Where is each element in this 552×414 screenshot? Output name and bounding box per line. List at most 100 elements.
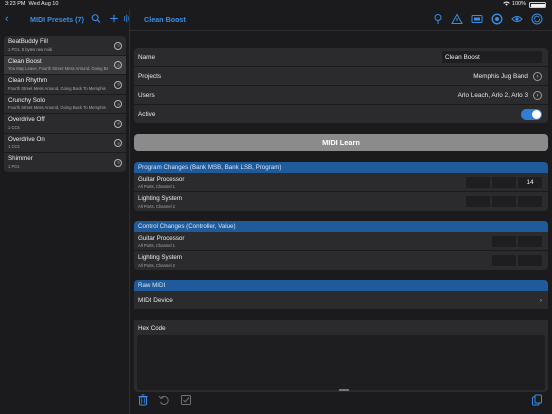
preset-desc: 1 CCs — [8, 124, 20, 130]
preset-item[interactable]: Overdrive On 1 CCs — [4, 133, 126, 153]
value-field[interactable] — [518, 235, 542, 247]
preset-name: Crunchy Solo — [8, 96, 46, 104]
status-time: 3:23 PM Wed Aug 10 — [5, 1, 59, 7]
back-chevron-icon[interactable]: ‹ — [5, 13, 13, 25]
device-ports: All Ports, Channel 2 — [138, 203, 176, 209]
preset-item[interactable]: Shimmer 1 PCs — [4, 153, 126, 173]
midi-device-label: MIDI Device — [138, 296, 173, 304]
device-ports: All Ports, Channel 1 — [138, 184, 176, 189]
pc-row-guitar-processor: Guitar Processor All Ports, Channel 1 14 — [134, 172, 548, 192]
projects-row[interactable]: Projects Memphis Jug Band › — [134, 67, 548, 86]
preset-name: Clean Rhythm — [8, 77, 48, 84]
nav-divider — [130, 30, 552, 31]
knob-icon — [114, 100, 122, 108]
sync-icon[interactable] — [531, 13, 543, 25]
device-name: Guitar Processor — [138, 175, 185, 183]
hex-code-section: Hex Code — [134, 320, 548, 392]
cc-row-lighting-system: Lighting System All Ports, Channel 2 — [134, 251, 548, 271]
sidebar-nav-bar: ‹ MIDI Presets (7) — [0, 9, 130, 30]
hex-code-input[interactable] — [137, 335, 545, 390]
presets-sidebar: ‹ MIDI Presets (7) BeatBuddy Fill 1 PCs,… — [0, 9, 130, 414]
device-ports: All Ports, Channel 2 — [138, 262, 176, 268]
battery-percent: 100% — [511, 1, 526, 7]
screen-icon[interactable] — [471, 13, 483, 25]
active-toggle[interactable] — [521, 109, 542, 120]
knob-icon — [114, 80, 122, 89]
preset-item[interactable]: Overdrive Off 1 CCs — [4, 114, 126, 134]
hex-code-label: Hex Code — [138, 325, 166, 332]
detail-title: Clean Boost — [144, 15, 186, 24]
users-label: Users — [138, 92, 155, 99]
warning-icon[interactable] — [451, 13, 463, 25]
bank-msb-field[interactable] — [466, 196, 490, 207]
knob-icon — [114, 119, 122, 128]
battery-icon — [529, 2, 546, 8]
checklist-icon[interactable] — [180, 394, 192, 406]
name-field[interactable]: Clean Boost — [442, 51, 542, 63]
preset-name: Shimmer — [8, 155, 33, 162]
preset-desc: Fourth Street Mess Around, Going Back To… — [8, 85, 106, 91]
search-icon[interactable] — [91, 13, 101, 24]
preset-item-selected[interactable]: Clean Boost You May Leave, Fourth Street… — [4, 55, 126, 75]
preset-name: Clean Boost — [8, 57, 42, 65]
users-value: Arlo Leach, Arlo 2, Arlo 3 — [457, 92, 528, 99]
preset-item[interactable]: BeatBuddy Fill 1 PCs, 8 bytes raw midi — [4, 36, 126, 56]
preset-item[interactable]: Clean Rhythm Fourth Street Mess Around, … — [4, 75, 126, 95]
knob-icon — [114, 41, 122, 50]
active-label: Active — [138, 111, 156, 118]
midi-device-row[interactable]: MIDI Device › — [134, 290, 548, 310]
preset-list: BeatBuddy Fill 1 PCs, 8 bytes raw midi C… — [4, 36, 126, 173]
pc-row-lighting-system: Lighting System All Ports, Channel 2 — [134, 192, 548, 212]
bank-msb-field[interactable] — [466, 176, 490, 188]
users-row[interactable]: Users Arlo Leach, Arlo 2, Arlo 3 › — [134, 86, 548, 105]
knob-icon — [114, 158, 122, 167]
device-name: Lighting System — [138, 195, 183, 202]
device-name: Guitar Processor — [138, 234, 185, 242]
program-changes-header: Program Changes (Bank MSB, Bank LSB, Pro… — [134, 162, 548, 173]
bank-lsb-field[interactable] — [492, 196, 516, 207]
wifi-icon — [503, 1, 510, 6]
preset-name: Overdrive Off — [8, 116, 45, 123]
preset-name: BeatBuddy Fill — [8, 38, 48, 45]
program-field[interactable]: 14 — [518, 176, 542, 188]
midi-learn-button[interactable]: MIDI Learn — [134, 134, 548, 151]
preset-desc: 1 PCs, 8 bytes raw midi — [8, 46, 52, 52]
preset-desc: 1 CCs — [8, 144, 20, 149]
lightbulb-icon[interactable] — [432, 13, 444, 25]
device-name: Lighting System — [138, 254, 183, 261]
raw-midi-header: Raw MIDI — [134, 280, 548, 291]
status-bar: 3:23 PM Wed Aug 10 100% — [0, 0, 552, 9]
preset-item[interactable]: Crunchy Solo Fourth Street Mess Around, … — [4, 94, 126, 114]
projects-value: Memphis Jug Band — [473, 73, 528, 80]
trash-icon[interactable] — [137, 394, 149, 406]
copy-icon[interactable] — [531, 394, 543, 406]
visibility-icon[interactable] — [511, 13, 523, 25]
preset-name: Overdrive On — [8, 135, 45, 143]
preset-detail: Clean Boost Name Clean Boost Projects Me… — [130, 9, 552, 414]
name-row: Name Clean Boost — [134, 48, 548, 67]
metronome-icon[interactable] — [491, 13, 503, 25]
cc-row-guitar-processor: Guitar Processor All Ports, Channel 1 — [134, 231, 548, 251]
controller-field[interactable] — [492, 255, 516, 266]
preset-desc: You May Leave, Fourth Street Mess Around… — [8, 66, 108, 71]
knob-icon — [114, 139, 122, 147]
bottom-toolbar — [130, 385, 552, 414]
preset-desc: Fourth Street Mess Around, Going Back To… — [8, 105, 106, 110]
sidebar-title: MIDI Presets (7) — [30, 15, 84, 24]
chevron-right-icon: › — [539, 296, 542, 304]
device-ports: All Ports, Channel 1 — [138, 243, 176, 248]
chevron-right-icon[interactable]: › — [533, 72, 542, 81]
undo-icon[interactable] — [158, 394, 170, 406]
preset-desc: 1 PCs — [8, 163, 20, 169]
bank-lsb-field[interactable] — [492, 176, 516, 188]
controller-field[interactable] — [492, 235, 516, 247]
add-icon[interactable] — [109, 13, 119, 24]
chevron-right-icon[interactable]: › — [533, 91, 542, 100]
projects-label: Projects — [138, 73, 162, 80]
value-field[interactable] — [518, 255, 542, 266]
name-label: Name — [138, 54, 156, 61]
active-row: Active — [134, 105, 548, 124]
knob-icon — [114, 61, 122, 69]
program-field[interactable] — [518, 196, 542, 207]
control-changes-header: Control Changes (Controller, Value) — [134, 221, 548, 232]
